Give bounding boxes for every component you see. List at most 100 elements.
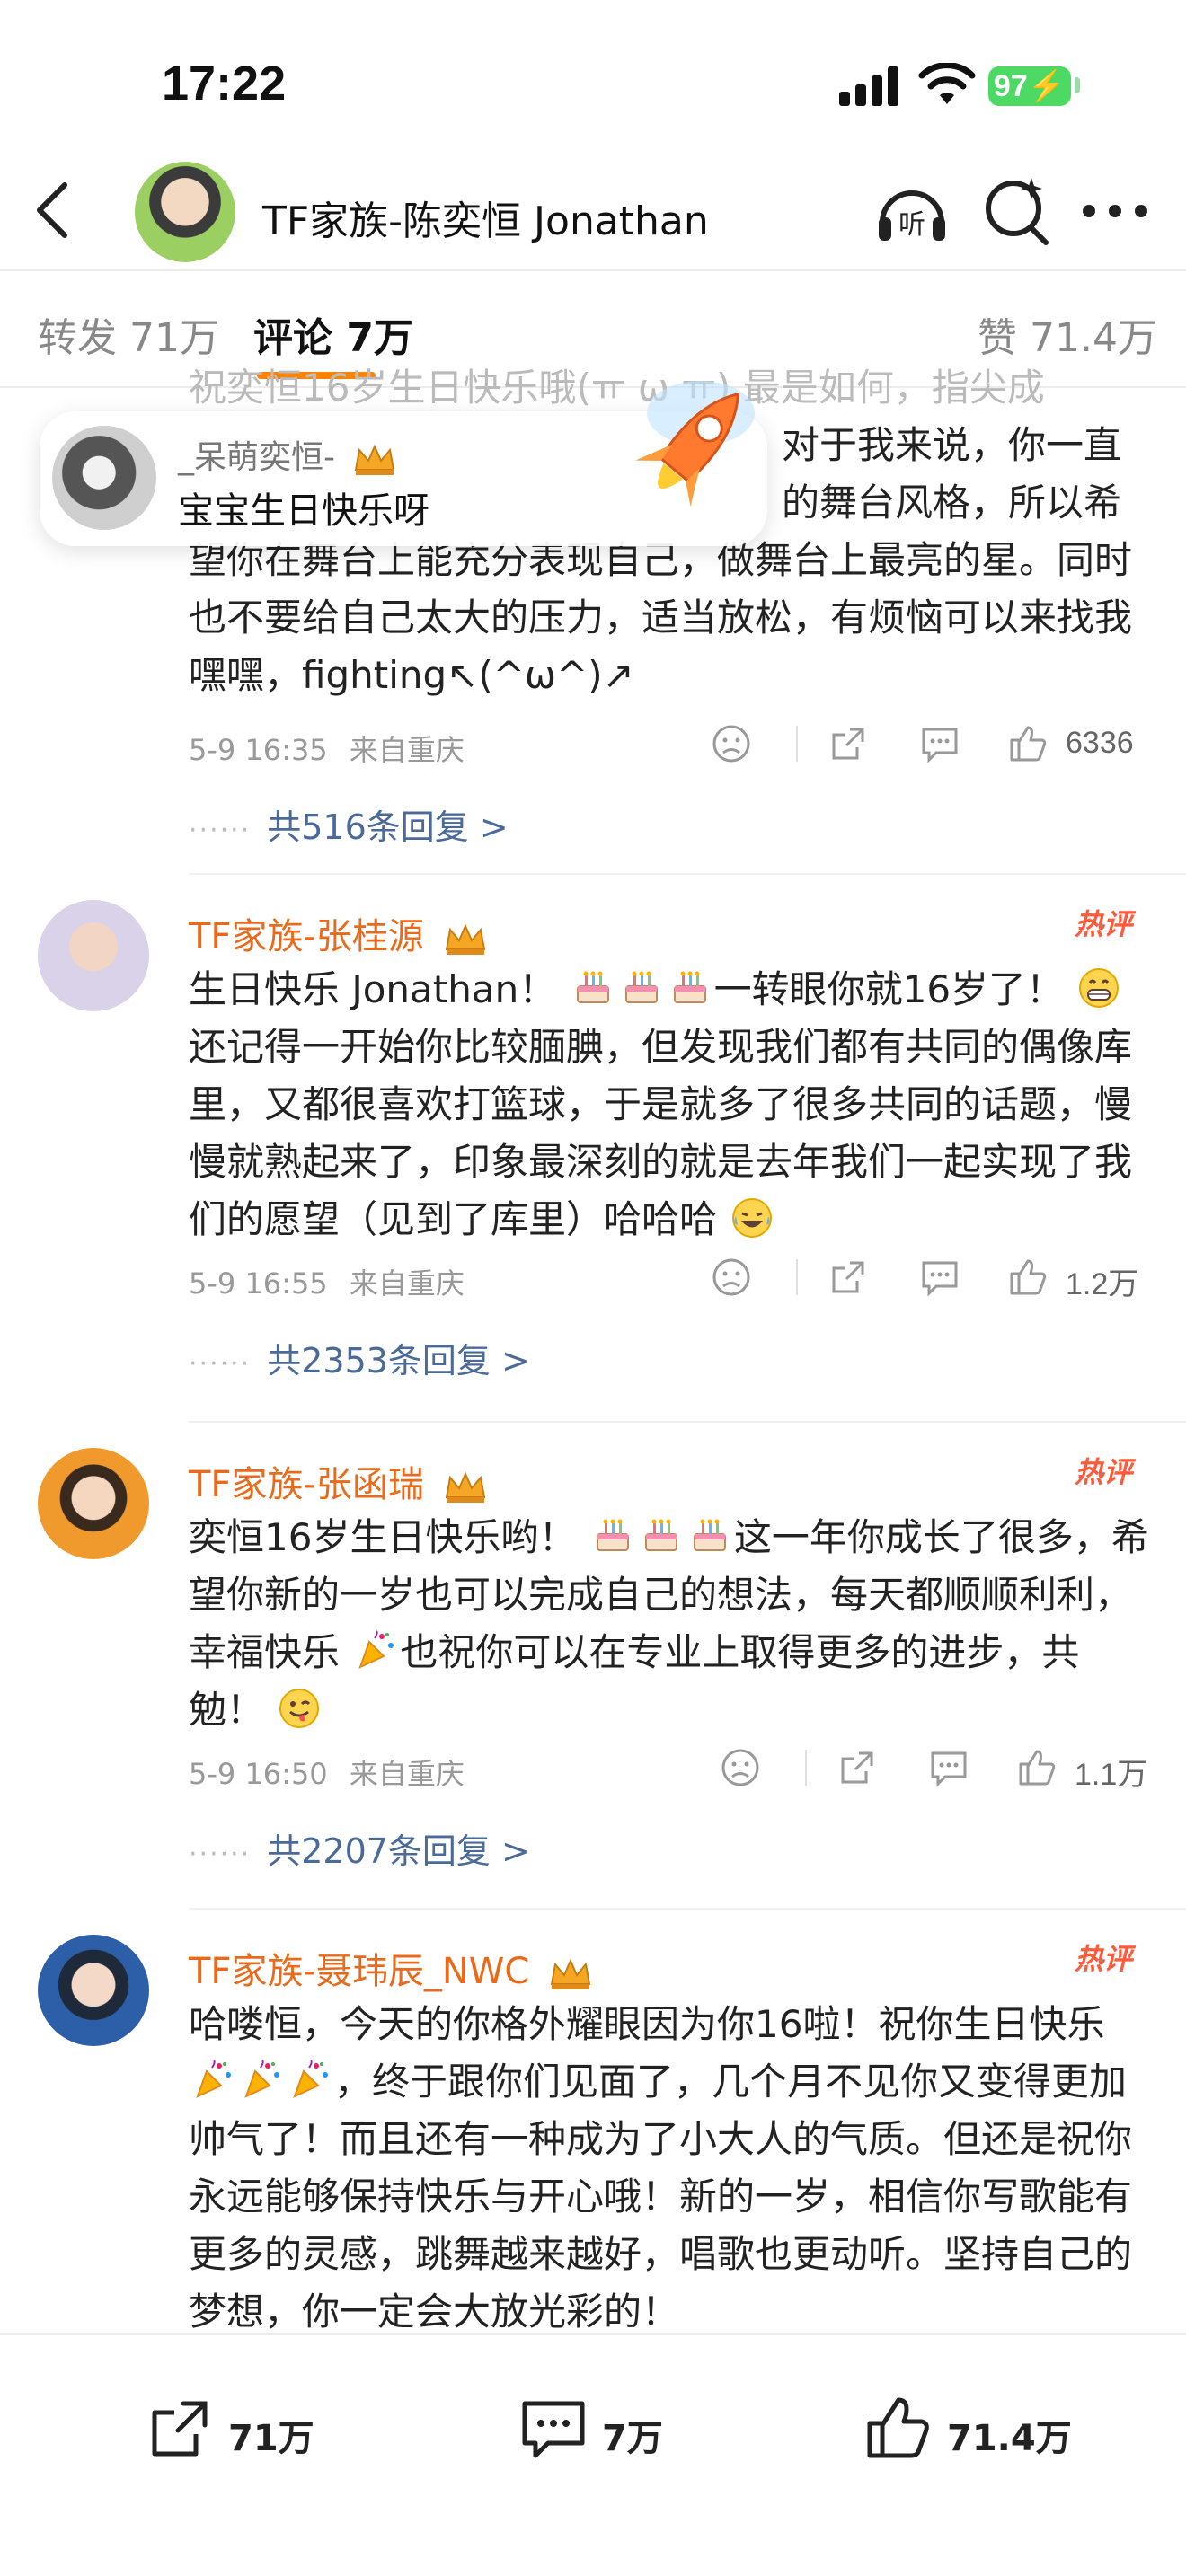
- replies-count: 共516条回复 >: [267, 807, 509, 847]
- dislike-face-icon[interactable]: [719, 1746, 762, 1789]
- dislike-face-icon[interactable]: [710, 722, 753, 765]
- comment-text-fragment: 的舞台风格，所以希: [782, 481, 1122, 525]
- crown-icon: [445, 1471, 485, 1503]
- author-avatar[interactable]: [135, 162, 235, 262]
- svg-text:听: 听: [898, 209, 925, 241]
- cake-emoji-icon: [644, 1519, 677, 1551]
- more-options-icon[interactable]: [1078, 189, 1152, 234]
- bubble-avatar: [52, 426, 156, 530]
- like-thumb-icon: [867, 2397, 929, 2458]
- battery-tip: [1075, 77, 1080, 93]
- replies-dots: ······: [189, 1839, 252, 1870]
- reply-icon[interactable]: [918, 1256, 961, 1299]
- replies-count: 共2207条回复 >: [267, 1831, 530, 1871]
- comment-separator: [189, 1421, 1186, 1423]
- action-separator: [796, 1259, 798, 1295]
- like-count: 1.1万: [1075, 1758, 1148, 1792]
- comment-location: 来自重庆: [349, 1757, 465, 1791]
- share-icon[interactable]: [827, 1256, 870, 1299]
- comment-actions: 1.2万: [710, 1252, 1150, 1302]
- like-count: 6336: [1066, 726, 1134, 760]
- dislike-face-icon[interactable]: [710, 1256, 753, 1299]
- grin-emoji-icon: [1079, 968, 1120, 1008]
- listen-headphones-icon[interactable]: 听: [872, 171, 952, 251]
- comment-separator: [189, 873, 1186, 875]
- comment-separator: [189, 1908, 1186, 1910]
- comment-text-part: 生日快乐 Jonathan！: [189, 967, 557, 1011]
- wifi-icon: [918, 63, 976, 104]
- comment-bubble-icon: [522, 2401, 585, 2458]
- view-replies-link[interactable]: ······ 共2207条回复 >: [189, 1823, 530, 1873]
- comment-text-part: 奕恒16岁生日快乐哟！: [189, 1515, 577, 1559]
- comment-text-part: 一转眼你就16岁了！: [713, 967, 1065, 1011]
- repost-share-icon: [152, 2401, 208, 2457]
- like-count: 1.2万: [1066, 1267, 1139, 1301]
- comment-actions: 6336: [710, 719, 1150, 769]
- commenter-avatar[interactable]: [38, 900, 149, 1011]
- cake-emoji-icon: [596, 1519, 629, 1551]
- action-separator: [805, 1750, 807, 1786]
- like-count-total: 71.4万: [947, 2418, 1072, 2459]
- comment-text-fragment: 对于我来说，你一直: [782, 423, 1122, 467]
- party-popper-emoji-icon: [293, 2060, 328, 2098]
- nav-divider: [0, 269, 1186, 271]
- like-thumb-icon[interactable]: [1006, 722, 1049, 765]
- hot-comment-badge: 热评: [1075, 1455, 1137, 1489]
- hot-comment-badge: 热评: [1075, 907, 1137, 941]
- cake-emoji-icon: [693, 1519, 726, 1551]
- comment-text-part: 哈喽恒，今天的你格外耀眼因为你16啦！祝你生日快乐: [189, 2002, 1105, 2046]
- tab-comments[interactable]: 评论 7万: [253, 305, 413, 363]
- bubble-username: _呆萌奕恒-: [178, 431, 397, 478]
- hot-badge-text: 热评: [1075, 907, 1137, 941]
- winking-tongue-emoji-icon: [279, 1689, 320, 1728]
- view-replies-link[interactable]: ······ 共516条回复 >: [189, 799, 509, 849]
- share-icon[interactable]: [827, 722, 870, 765]
- commenter-avatar[interactable]: [38, 1448, 149, 1559]
- crown-icon: [445, 923, 485, 955]
- hot-badge-text: 热评: [1075, 1942, 1137, 1976]
- battery-level: 97: [993, 69, 1028, 103]
- back-arrow-icon[interactable]: [27, 178, 81, 243]
- comment-meta: 5-9 16:35 来自重庆: [189, 728, 465, 769]
- commenter-name-text: TF家族-聂玮辰_NWC: [189, 1951, 530, 1992]
- repost-count: 71万: [228, 2418, 314, 2459]
- hot-comment-badge: 热评: [1075, 1942, 1137, 1976]
- hot-badge-text: 热评: [1075, 1455, 1137, 1489]
- tab-likes[interactable]: 赞 71.4万: [978, 305, 1157, 363]
- action-separator: [796, 726, 798, 762]
- comment-location: 来自重庆: [349, 733, 465, 767]
- comment-time: 5-9 16:55: [189, 1266, 328, 1301]
- bottom-action-bar: 71万 7万 71.4万: [0, 2333, 1186, 2576]
- commenter-name[interactable]: TF家族-张函瑞: [189, 1455, 488, 1507]
- comment-count: 7万: [602, 2418, 663, 2459]
- top-nav-bar: TF家族-陈奕恒 Jonathan 听: [0, 153, 1186, 269]
- comment-time: 5-9 16:50: [189, 1757, 328, 1791]
- party-popper-emoji-icon: [196, 2060, 231, 2098]
- commenter-name[interactable]: TF家族-张桂源: [189, 907, 488, 959]
- commenter-avatar[interactable]: [38, 1935, 149, 2046]
- laughing-tears-emoji-icon: [732, 1198, 773, 1238]
- comment-text-part: ，终于跟你们见面了，几个月不见你又变得更加帅气了！而且还有一种成为了小大人的气质…: [189, 2060, 1133, 2333]
- nav-title[interactable]: TF家族-陈奕恒 Jonathan: [262, 189, 709, 246]
- reply-icon[interactable]: [927, 1746, 970, 1789]
- commenter-name-text: TF家族-张函瑞: [189, 1464, 424, 1505]
- comment-meta: 5-9 16:50 来自重庆: [189, 1751, 465, 1793]
- comment-text: 望你在舞台上能充分表现自己，做舞台上最亮的星。同时也不要给自己太大的压力，适当放…: [189, 538, 1133, 697]
- commenter-name[interactable]: TF家族-聂玮辰_NWC: [189, 1942, 593, 1994]
- share-icon[interactable]: [836, 1746, 879, 1789]
- tab-repost[interactable]: 转发 71万: [38, 305, 219, 363]
- view-replies-link[interactable]: ······ 共2353条回复 >: [189, 1333, 530, 1382]
- replies-count: 共2353条回复 >: [267, 1341, 530, 1381]
- search-icon[interactable]: [979, 172, 1055, 248]
- rocket-emoji-icon: [635, 381, 755, 507]
- cake-emoji-icon: [673, 971, 706, 1003]
- like-thumb-icon[interactable]: [1006, 1256, 1049, 1299]
- cake-emoji-icon: [576, 971, 609, 1003]
- party-popper-emoji-icon: [244, 2060, 279, 2098]
- comment-location: 来自重庆: [349, 1266, 465, 1301]
- like-thumb-icon[interactable]: [1015, 1746, 1058, 1789]
- comment-text: 哈喽恒，今天的你格外耀眼因为你16啦！祝你生日快乐 ，终于跟你们见面了，几个月不…: [189, 1996, 1150, 2337]
- replies-dots: ······: [189, 1348, 252, 1380]
- battery-indicator: 97⚡: [988, 66, 1071, 106]
- reply-icon[interactable]: [918, 722, 961, 765]
